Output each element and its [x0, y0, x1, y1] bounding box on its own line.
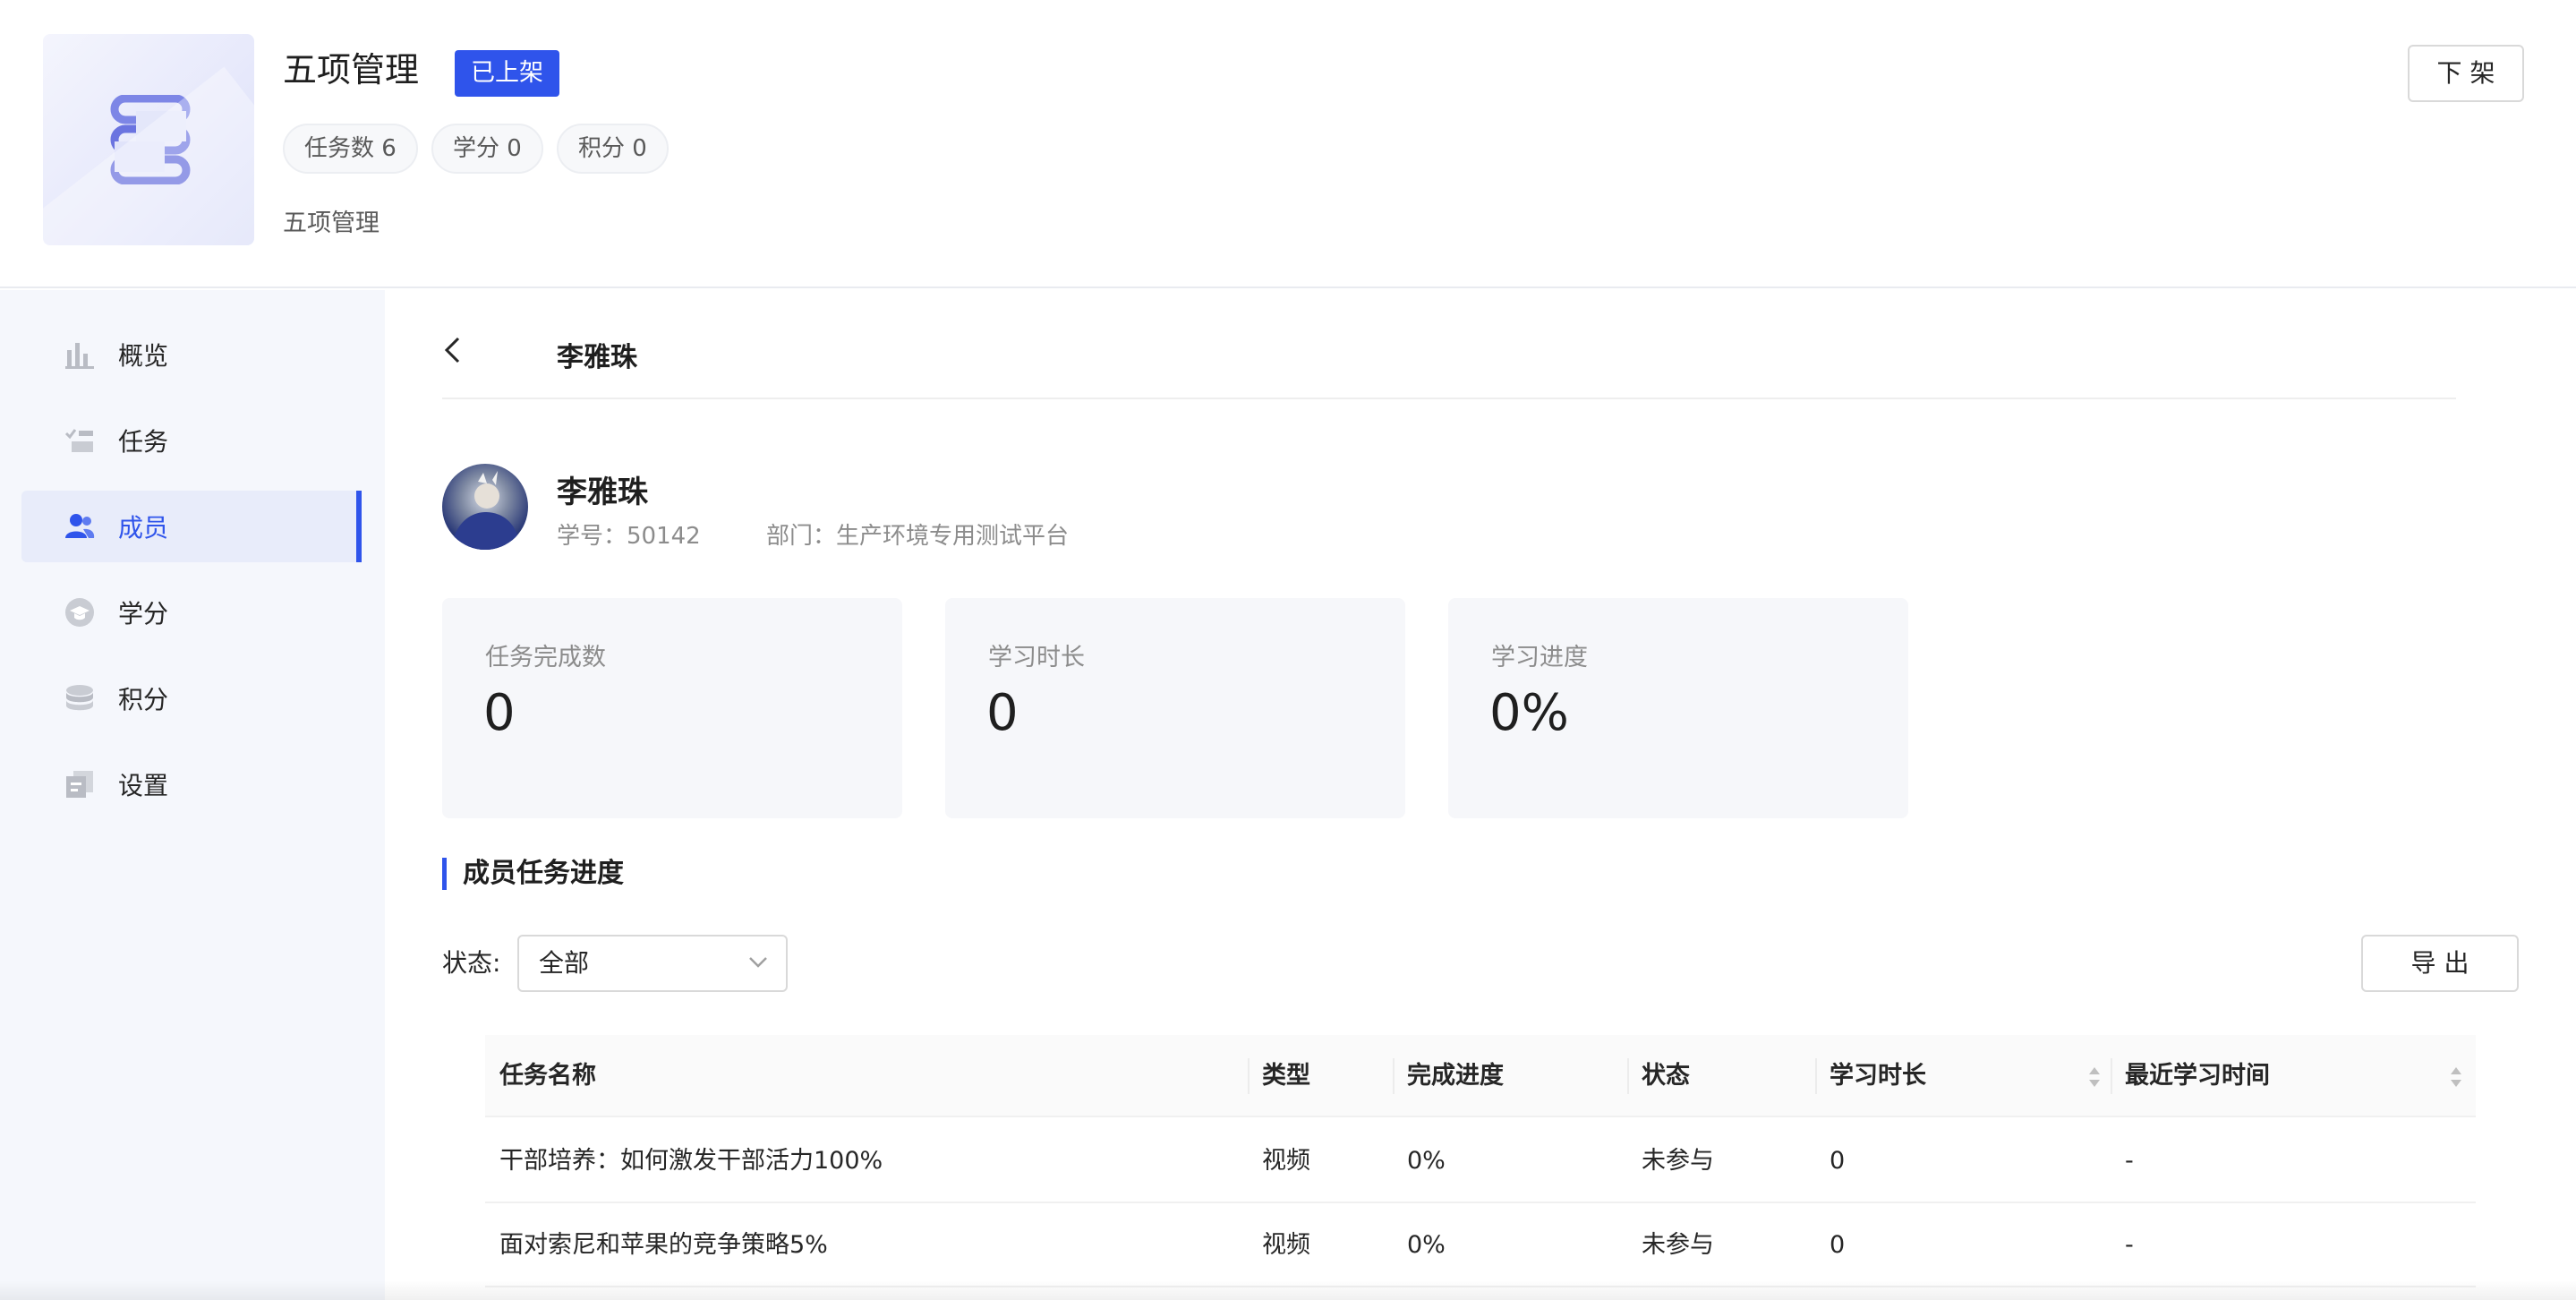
column-header-task-name: 任务名称: [499, 1062, 596, 1090]
cell-study-duration: 0: [1830, 1231, 1846, 1259]
stat-card-label: 学习时长: [988, 644, 1085, 671]
column-divider: [1627, 1058, 1629, 1094]
table-header: 任务名称 类型 完成进度 状态 学习时长 最近学习时间: [485, 1035, 2476, 1117]
table-row[interactable]: 面对索尼和苹果的竞争策略5% 视频 0% 未参与 0 -: [485, 1203, 2476, 1287]
column-divider: [1815, 1058, 1817, 1094]
stat-task-count: 任务数 6: [283, 124, 418, 174]
sort-icon[interactable]: [2449, 1065, 2463, 1092]
cell-type: 视频: [1262, 1231, 1310, 1259]
sidebar-item-overview[interactable]: 概览: [21, 319, 362, 390]
course-cover-image: [43, 34, 254, 245]
stat-card-tasks-completed: 任务完成数 0: [442, 598, 902, 818]
status-filter-label: 状态:: [442, 948, 501, 978]
export-button[interactable]: 导 出: [2361, 935, 2519, 992]
cell-study-duration: 0: [1830, 1147, 1846, 1175]
column-divider: [2111, 1058, 2112, 1094]
cell-status: 未参与: [1642, 1147, 1714, 1175]
sidebar-item-members[interactable]: 成员: [21, 491, 362, 562]
users-icon: [64, 511, 95, 542]
chevron-down-icon: [749, 957, 767, 968]
stat-card-value: 0%: [1489, 684, 1569, 742]
column-header-progress: 完成进度: [1407, 1062, 1504, 1090]
column-header-last-study-time[interactable]: 最近学习时间: [2125, 1035, 2270, 1117]
sidebar-item-label: 设置: [118, 771, 169, 800]
sort-icon[interactable]: [2087, 1065, 2102, 1092]
detail-title-bar: 李雅珠: [442, 290, 2456, 399]
coin-stack-icon: [64, 683, 95, 714]
table-row[interactable]: 干部培养：如何激发干部活力100% 视频 0% 未参与 0 -: [485, 1119, 2476, 1203]
status-filter-value: 全部: [539, 948, 590, 978]
status-filter-select[interactable]: 全部: [517, 935, 788, 992]
cell-progress: 0%: [1407, 1231, 1446, 1259]
avatar: [442, 464, 528, 550]
stat-credits: 学分 0: [431, 124, 543, 174]
course-title: 五项管理: [283, 50, 420, 90]
column-header-type: 类型: [1262, 1062, 1310, 1090]
detail-title: 李雅珠: [557, 342, 637, 373]
bar-chart-icon: [64, 339, 95, 370]
sidebar-item-label: 积分: [118, 685, 169, 714]
sidebar-item-tasks[interactable]: 任务: [21, 405, 362, 476]
section-title: 成员任务进度: [442, 858, 624, 890]
stat-card-label: 学习进度: [1491, 644, 1588, 671]
offline-button[interactable]: 下 架: [2408, 45, 2524, 102]
stat-card-label: 任务完成数: [485, 644, 606, 671]
course-logo-icon: [110, 95, 191, 184]
cell-last-study-time: -: [2125, 1147, 2134, 1175]
member-detail-panel: 李雅珠 李雅珠 学号：50142 部门：生产环境专用测试平台 任务完成数 0 学…: [385, 290, 2576, 1300]
course-description: 五项管理: [283, 210, 380, 237]
member-department: 部门：生产环境专用测试平台: [766, 523, 1070, 550]
sidebar-item-label: 学分: [118, 599, 169, 629]
column-divider: [1393, 1058, 1395, 1094]
cell-progress: 0%: [1407, 1147, 1446, 1175]
sidebar-item-label: 任务: [118, 427, 169, 457]
member-student-id: 学号：50142: [557, 523, 701, 550]
column-divider: [1248, 1058, 1250, 1094]
member-name: 李雅珠: [557, 475, 648, 510]
stat-card-value: 0: [986, 684, 1019, 742]
sidebar-item-settings[interactable]: 设置: [21, 748, 362, 820]
chevron-left-icon[interactable]: [442, 337, 464, 367]
sidebar-item-credits[interactable]: 学分: [21, 577, 362, 648]
cell-type: 视频: [1262, 1147, 1310, 1175]
settings-doc-icon: [64, 769, 95, 800]
status-badge: 已上架: [455, 50, 559, 97]
cell-last-study-time: -: [2125, 1231, 2134, 1259]
sidebar-item-label: 成员: [118, 513, 169, 543]
cell-task-name: 面对索尼和苹果的竞争策略5%: [499, 1231, 828, 1259]
course-header: 五项管理 已上架 任务数 6 学分 0 积分 0 五项管理 下 架: [0, 0, 2576, 288]
bottom-edge-shadow: [0, 1280, 2576, 1300]
task-list-icon: [64, 425, 95, 456]
sidebar: 概览 任务 成员 学分 积分 设置: [0, 290, 385, 1300]
stat-card-value: 0: [483, 684, 516, 742]
column-header-study-duration[interactable]: 学习时长: [1830, 1035, 1926, 1117]
cell-task-name: 干部培养：如何激发干部活力100%: [499, 1147, 883, 1175]
sidebar-item-points[interactable]: 积分: [21, 663, 362, 734]
column-header-status: 状态: [1642, 1062, 1690, 1090]
stat-card-study-progress: 学习进度 0%: [1448, 598, 1908, 818]
graduation-cap-icon: [64, 597, 95, 628]
stat-card-study-duration: 学习时长 0: [945, 598, 1405, 818]
cell-status: 未参与: [1642, 1231, 1714, 1259]
stat-points: 积分 0: [557, 124, 669, 174]
sidebar-item-label: 概览: [118, 341, 169, 371]
